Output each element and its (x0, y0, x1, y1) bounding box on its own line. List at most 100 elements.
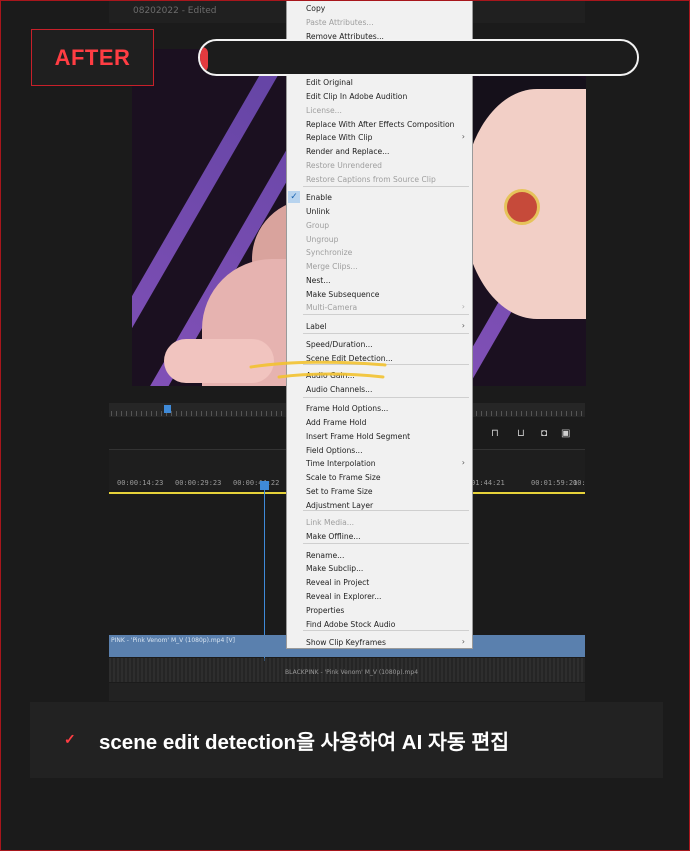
menu-separator (303, 364, 469, 365)
menu-item[interactable]: Time Interpolation (306, 459, 376, 468)
tick-mark (176, 411, 177, 416)
menu-item[interactable]: Reveal in Explorer... (306, 592, 381, 601)
tick-mark (496, 411, 497, 416)
tick-mark (191, 411, 192, 416)
menu-item[interactable]: Add Frame Hold (306, 418, 366, 427)
tick-mark (136, 411, 137, 416)
timecode: 00:00:44:22 (233, 479, 280, 487)
menu-separator (303, 397, 469, 398)
menu-item[interactable]: Make Subclip... (306, 564, 363, 573)
menu-item[interactable]: Audio Gain... (306, 371, 355, 380)
menu-item[interactable]: Rename... (306, 551, 344, 560)
tick-mark (246, 411, 247, 416)
playhead-marker[interactable] (164, 405, 171, 413)
menu-item[interactable]: Insert Frame Hold Segment (306, 432, 410, 441)
caption-box: ✓ scene edit detection을 사용하여 AI 자동 편집 (30, 702, 663, 778)
menu-item[interactable]: Nest... (306, 276, 331, 285)
menu-item[interactable]: Scale to Frame Size (306, 473, 381, 482)
menu-item[interactable]: Edit Original (306, 78, 353, 87)
menu-item: Link Media... (306, 518, 355, 527)
menu-item[interactable]: Reveal in Project (306, 578, 369, 587)
tick-mark (256, 411, 257, 416)
tick-mark (211, 411, 212, 416)
tick-mark (161, 411, 162, 416)
menu-item[interactable]: Make Offline... (306, 532, 361, 541)
tick-mark (131, 411, 132, 416)
menu-item[interactable]: Audio Channels... (306, 385, 372, 394)
timeline-playhead (264, 481, 265, 661)
tick-mark (271, 411, 272, 416)
submenu-arrow-icon: › (461, 637, 465, 646)
clip-context-menu: Copy Paste Attributes... Remove Attributes… (286, 1, 473, 649)
menu-separator (303, 333, 469, 334)
menu-item[interactable]: Speed/Duration... (306, 340, 373, 349)
menu-item[interactable]: Adjustment Layer (306, 501, 373, 510)
menu-item[interactable]: Label (306, 322, 327, 331)
camera-icon[interactable]: ◘ (541, 428, 547, 439)
earring-detail (504, 189, 540, 225)
tick-mark (581, 411, 582, 416)
menu-item[interactable]: Frame Hold Options... (306, 404, 388, 413)
tick-mark (171, 411, 172, 416)
check-icon: ✓ (288, 191, 300, 203)
menu-item[interactable]: Make Subsequence (306, 290, 379, 299)
menu-item: License... (306, 106, 342, 115)
tick-mark (261, 411, 262, 416)
timecode: 00:00:29:23 (175, 479, 222, 487)
menu-item[interactable]: Scene Edit Detection... (306, 354, 393, 363)
submenu-arrow-icon: › (461, 302, 465, 311)
sequence-title: 08202022 - Edited (133, 6, 217, 16)
tick-mark (266, 411, 267, 416)
menu-item[interactable]: Copy (306, 4, 325, 13)
search-bar[interactable] (198, 39, 639, 76)
tick-mark (146, 411, 147, 416)
submenu-arrow-icon: › (461, 132, 465, 141)
menu-item[interactable]: Find Adobe Stock Audio (306, 620, 395, 629)
tick-mark (251, 411, 252, 416)
tick-mark (531, 411, 532, 416)
checkmark-icon: ✓ (64, 731, 76, 747)
menu-separator (303, 186, 469, 187)
menu-item[interactable]: Unlink (306, 207, 330, 216)
tick-mark (201, 411, 202, 416)
tick-mark (576, 411, 577, 416)
menu-item: Ungroup (306, 235, 339, 244)
submenu-arrow-icon: › (461, 458, 465, 467)
lift-icon[interactable]: ⊓ (491, 428, 499, 439)
tick-mark (506, 411, 507, 416)
menu-item[interactable]: Properties (306, 606, 344, 615)
tick-mark (216, 411, 217, 416)
menu-item[interactable]: Edit Clip In Adobe Audition (306, 92, 407, 101)
menu-separator (303, 630, 469, 631)
tick-mark (151, 411, 152, 416)
menu-item[interactable]: Field Options... (306, 446, 362, 455)
tick-mark (536, 411, 537, 416)
tick-mark (571, 411, 572, 416)
tick-mark (116, 411, 117, 416)
search-accent (200, 47, 208, 72)
menu-item[interactable]: Render and Replace... (306, 147, 389, 156)
tick-mark (181, 411, 182, 416)
tick-mark (241, 411, 242, 416)
tick-mark (526, 411, 527, 416)
extract-icon[interactable]: ⊔ (517, 428, 525, 439)
tick-mark (236, 411, 237, 416)
menu-item[interactable]: Set to Frame Size (306, 487, 373, 496)
compare-icon[interactable]: ▣ (561, 428, 570, 439)
menu-item[interactable]: Enable (306, 193, 332, 202)
tick-mark (126, 411, 127, 416)
timecode: 00:01:59:21 (531, 479, 578, 487)
menu-item[interactable]: Replace With After Effects Composition (306, 120, 454, 129)
tick-mark (141, 411, 142, 416)
tick-mark (556, 411, 557, 416)
menu-item[interactable]: Replace With Clip (306, 133, 372, 142)
tick-mark (481, 411, 482, 416)
tick-mark (156, 411, 157, 416)
menu-item: Synchronize (306, 248, 353, 257)
menu-item[interactable]: Show Clip Keyframes (306, 638, 386, 647)
menu-item: Paste Attributes... (306, 18, 374, 27)
tick-mark (566, 411, 567, 416)
tick-mark (546, 411, 547, 416)
menu-item: Restore Unrendered (306, 161, 382, 170)
tick-mark (516, 411, 517, 416)
